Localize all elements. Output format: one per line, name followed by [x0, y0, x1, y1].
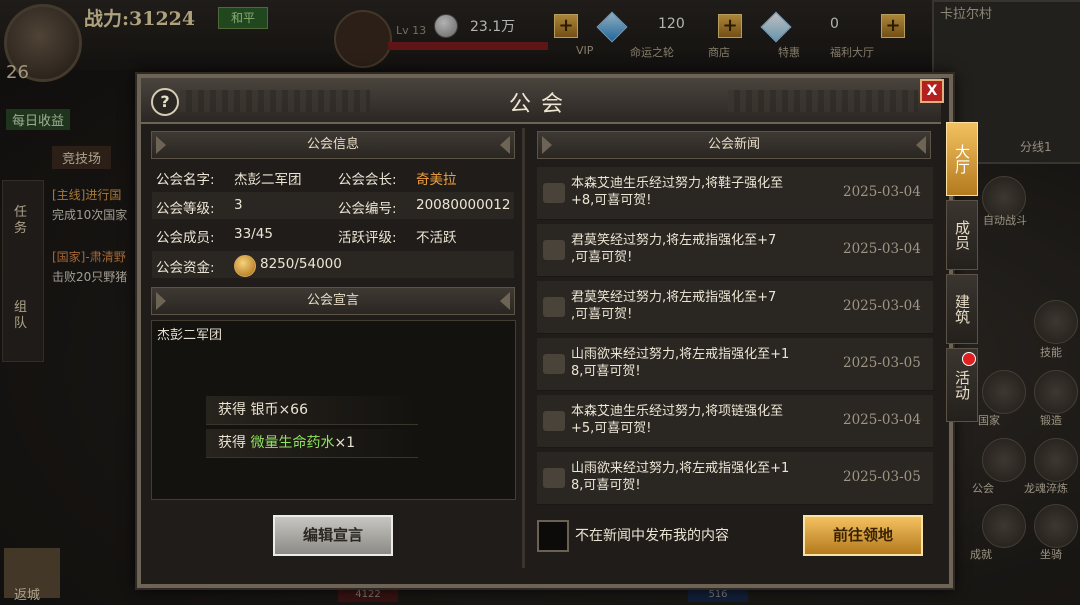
gold-coin-icon: [234, 255, 256, 277]
news-date: 2025-03-04: [843, 184, 921, 200]
news-date: 2025-03-05: [843, 355, 921, 371]
news-item: 君莫笑经过努力,将左戒指强化至+7 ,可喜可贺! 2025-03-04: [537, 281, 933, 334]
info-row-4: 公会资金: 8250/54000: [152, 251, 514, 278]
gain-count: ×1: [334, 435, 356, 451]
gain-toast-silver: 获得 银币×66: [206, 396, 418, 425]
news-text: 山雨欲来经过努力,将左戒指强化至+1 8,可喜可贺!: [571, 347, 790, 379]
hide-news-label[interactable]: 不在新闻中发布我的内容: [575, 525, 729, 545]
news-date: 2025-03-04: [843, 241, 921, 257]
news-date: 2025-03-04: [843, 298, 921, 314]
guild-id-value: 20080000012: [416, 197, 511, 213]
tab-buildings[interactable]: 建筑: [946, 274, 978, 344]
guild-members-value: 33/45: [234, 226, 273, 242]
news-item: 本森艾迪生乐经过努力,将项链强化至 +5,可喜可贺! 2025-03-04: [537, 395, 933, 448]
tab-hall[interactable]: 大厅: [946, 122, 978, 196]
news-date: 2025-03-05: [843, 469, 921, 485]
guild-funds-label: 公会资金:: [156, 260, 215, 276]
guild-id-label: 公会编号:: [338, 201, 397, 217]
news-date: 2025-03-04: [843, 412, 921, 428]
guild-leader-label: 公会会长:: [338, 172, 397, 188]
news-title: 公会新闻: [707, 137, 760, 152]
gain-item: 银币×66: [250, 402, 308, 418]
news-icon: [543, 183, 565, 203]
news-text: 本森艾迪生乐经过努力,将项链强化至 +5,可喜可贺!: [571, 404, 784, 436]
news-text: 本森艾迪生乐经过努力,将鞋子强化至 +8,可喜可贺!: [571, 176, 784, 208]
header-arrow-left-icon: [156, 136, 166, 154]
help-icon[interactable]: ?: [151, 88, 179, 116]
guild-info-title: 公会信息: [306, 137, 359, 152]
info-row-3: 公会成员: 33/45 活跃评级: 不活跃: [152, 221, 514, 248]
guild-level-label: 公会等级:: [156, 201, 215, 217]
gain-prefix: 获得: [218, 402, 246, 418]
goto-territory-button[interactable]: 前往领地: [803, 515, 923, 556]
panel-title: 公会: [508, 92, 573, 117]
declaration-text: 杰彭二军团: [157, 328, 223, 343]
info-row-1: 公会名字: 杰彭二军团 公会会长: 奇美拉: [152, 163, 514, 190]
guild-funds-value: 8250/54000: [260, 256, 342, 272]
gain-prefix: 获得: [218, 435, 246, 451]
news-text: 君莫笑经过努力,将左戒指强化至+7 ,可喜可贺!: [571, 233, 777, 265]
declaration-header: 公会宣言: [151, 287, 515, 315]
news-icon: [543, 354, 565, 374]
activity-label: 活跃评级:: [338, 230, 397, 246]
guild-info-header: 公会信息: [151, 131, 515, 159]
news-header: 公会新闻: [537, 131, 931, 159]
news-text: 山雨欲来经过努力,将左戒指强化至+1 8,可喜可贺!: [571, 461, 790, 493]
news-item: 山雨欲来经过努力,将左戒指强化至+1 8,可喜可贺! 2025-03-05: [537, 452, 933, 505]
gain-item: 微量生命药水: [250, 435, 335, 451]
news-icon: [543, 468, 565, 488]
guild-level-value: 3: [234, 197, 243, 213]
close-button[interactable]: X: [920, 79, 944, 103]
news-icon: [543, 297, 565, 317]
info-row-2: 公会等级: 3 公会编号: 20080000012: [152, 192, 514, 219]
edit-declaration-button[interactable]: 编辑宣言: [273, 515, 393, 556]
header-arrow-left-icon: [542, 136, 552, 154]
guild-name-label: 公会名字:: [156, 172, 215, 188]
guild-members-label: 公会成员:: [156, 230, 215, 246]
header-arrow-right-icon: [500, 136, 510, 154]
header-arrow-right-icon: [916, 136, 926, 154]
header-arrow-left-icon: [156, 292, 166, 310]
guild-name-value: 杰彭二军团: [234, 172, 302, 188]
tab-members[interactable]: 成员: [946, 200, 978, 270]
hide-news-checkbox[interactable]: [537, 520, 569, 552]
gain-toast-potion: 获得 微量生命药水×1: [206, 429, 418, 458]
activity-value: 不活跃: [416, 230, 457, 246]
news-icon: [543, 411, 565, 431]
news-item: 君莫笑经过努力,将左戒指强化至+7 ,可喜可贺! 2025-03-04: [537, 224, 933, 277]
news-item: 山雨欲来经过努力,将左戒指强化至+1 8,可喜可贺! 2025-03-05: [537, 338, 933, 391]
declaration-title: 公会宣言: [306, 293, 359, 308]
notification-dot: [962, 352, 976, 366]
news-icon: [543, 240, 565, 260]
column-divider: [522, 128, 525, 568]
news-text: 君莫笑经过努力,将左戒指强化至+7 ,可喜可贺!: [571, 290, 777, 322]
news-item: 本森艾迪生乐经过努力,将鞋子强化至 +8,可喜可贺! 2025-03-04: [537, 167, 933, 220]
header-arrow-right-icon: [500, 292, 510, 310]
guild-leader-value[interactable]: 奇美拉: [416, 168, 457, 188]
